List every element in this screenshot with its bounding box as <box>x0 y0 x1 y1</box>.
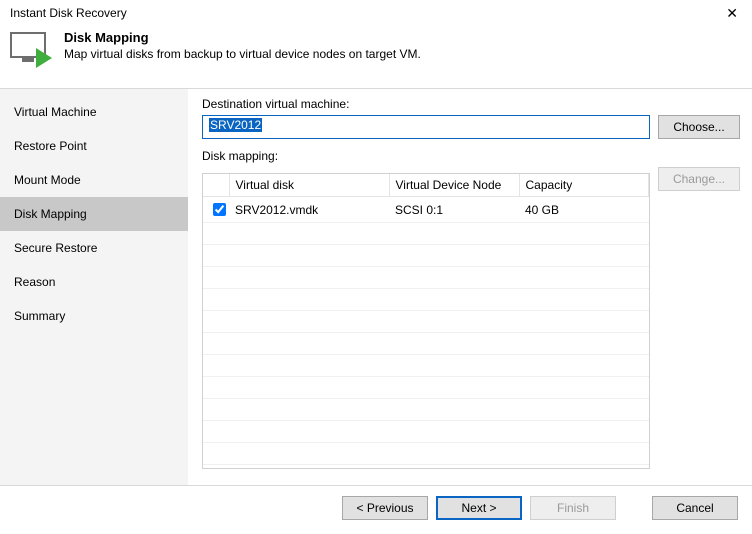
window-title: Instant Disk Recovery <box>10 6 127 20</box>
step-secure-restore[interactable]: Secure Restore <box>0 231 188 265</box>
next-button[interactable]: Next > <box>436 496 522 520</box>
close-icon[interactable]: ✕ <box>720 5 744 22</box>
table-row <box>203 443 649 465</box>
table-row <box>203 289 649 311</box>
destination-vm-input[interactable]: SRV2012 <box>202 115 650 139</box>
table-row <box>203 333 649 355</box>
step-reason[interactable]: Reason <box>0 265 188 299</box>
wizard-steps-sidebar: Virtual Machine Restore Point Mount Mode… <box>0 89 188 485</box>
table-row <box>203 223 649 245</box>
step-restore-point[interactable]: Restore Point <box>0 129 188 163</box>
cell-virtual-disk: SRV2012.vmdk <box>229 197 389 223</box>
previous-button[interactable]: < Previous <box>342 496 428 520</box>
grid-header-row: Virtual disk Virtual Device Node Capacit… <box>203 174 649 197</box>
table-row <box>203 399 649 421</box>
step-virtual-machine[interactable]: Virtual Machine <box>0 95 188 129</box>
col-capacity[interactable]: Capacity <box>519 174 649 197</box>
cell-device-node: SCSI 0:1 <box>389 197 519 223</box>
row-checkbox[interactable] <box>213 203 226 216</box>
disk-mapping-label: Disk mapping: <box>202 149 740 163</box>
destination-label: Destination virtual machine: <box>202 97 740 111</box>
col-virtual-device-node[interactable]: Virtual Device Node <box>389 174 519 197</box>
page-title: Disk Mapping <box>64 30 421 45</box>
choose-button[interactable]: Choose... <box>658 115 740 139</box>
change-button: Change... <box>658 167 740 191</box>
table-row <box>203 267 649 289</box>
step-mount-mode[interactable]: Mount Mode <box>0 163 188 197</box>
disk-recovery-icon <box>10 30 54 74</box>
table-row <box>203 421 649 443</box>
wizard-header: Disk Mapping Map virtual disks from back… <box>0 24 752 89</box>
table-row <box>203 311 649 333</box>
page-subtitle: Map virtual disks from backup to virtual… <box>64 47 421 61</box>
wizard-footer: < Previous Next > Finish Cancel <box>0 485 752 530</box>
disk-mapping-grid[interactable]: Virtual disk Virtual Device Node Capacit… <box>202 173 650 469</box>
cell-capacity: 40 GB <box>519 197 649 223</box>
table-row <box>203 245 649 267</box>
finish-button: Finish <box>530 496 616 520</box>
col-check <box>203 174 229 197</box>
step-summary[interactable]: Summary <box>0 299 188 333</box>
destination-vm-value: SRV2012 <box>209 118 262 132</box>
col-virtual-disk[interactable]: Virtual disk <box>229 174 389 197</box>
table-row <box>203 355 649 377</box>
cancel-button[interactable]: Cancel <box>652 496 738 520</box>
step-disk-mapping[interactable]: Disk Mapping <box>0 197 188 231</box>
table-row[interactable]: SRV2012.vmdk SCSI 0:1 40 GB <box>203 197 649 223</box>
table-row <box>203 377 649 399</box>
